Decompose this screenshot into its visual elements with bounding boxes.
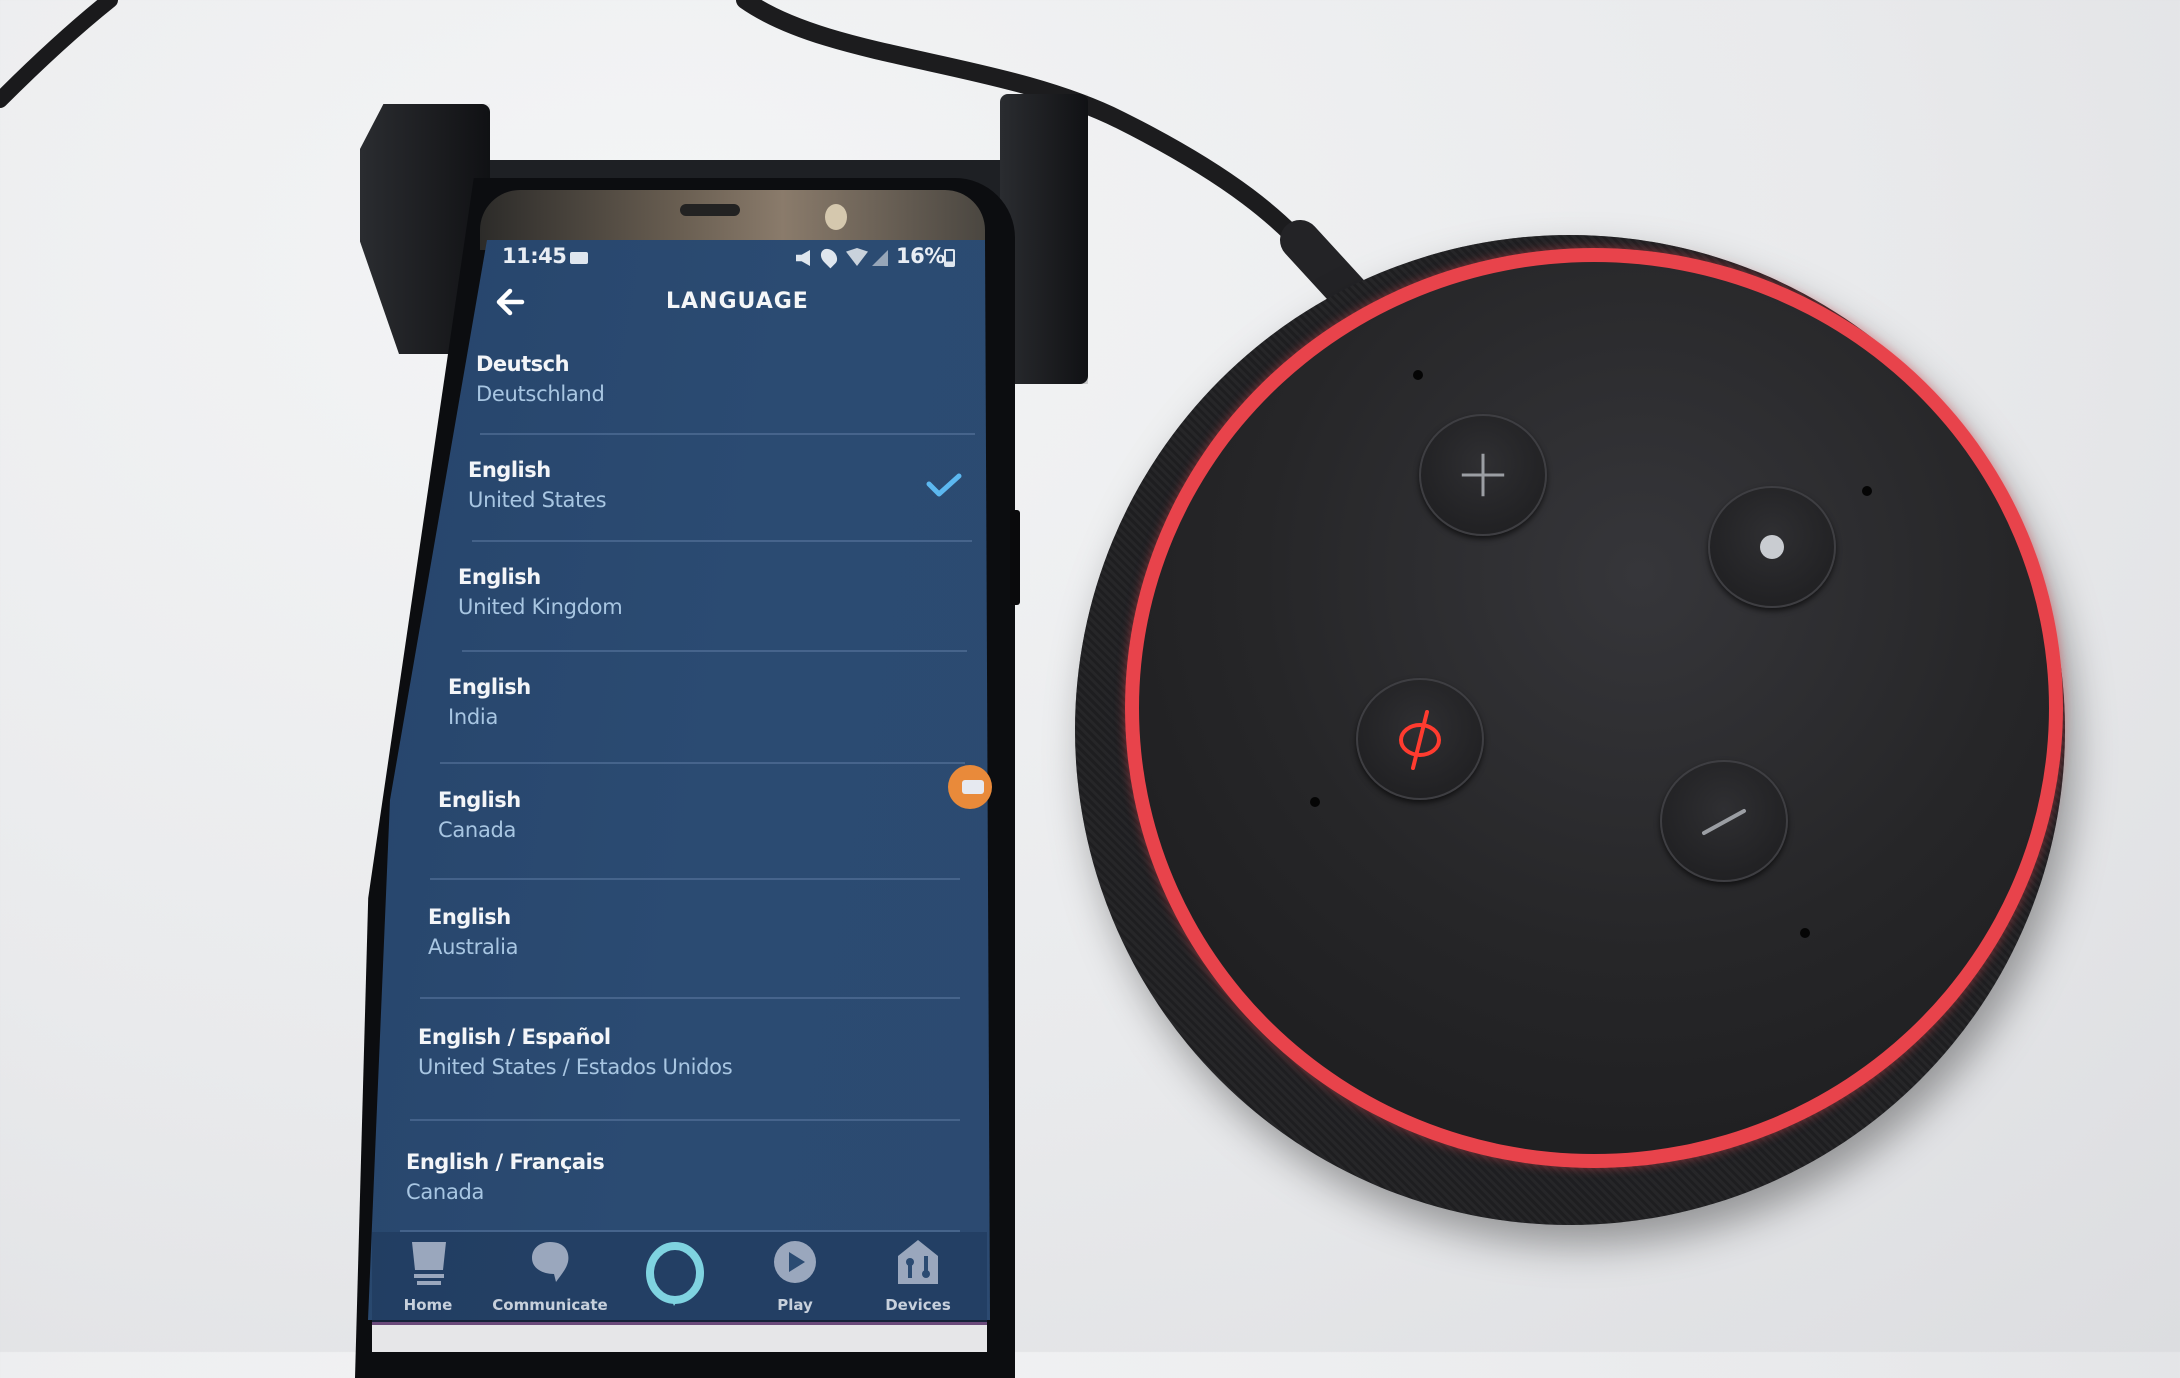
mic-hole xyxy=(1413,370,1423,380)
earpiece-speaker xyxy=(680,204,740,216)
divider xyxy=(440,762,965,764)
language-item-deutsch[interactable]: Deutsch Deutschland xyxy=(476,352,1036,452)
mic-hole xyxy=(1310,797,1320,807)
language-name: English xyxy=(458,565,541,589)
language-name: English xyxy=(448,675,531,699)
language-item-english-espanol[interactable]: English / Español United States / Estado… xyxy=(418,1025,1018,1125)
chat-bubble-icon xyxy=(532,1242,569,1282)
nav-alexa[interactable] xyxy=(640,1240,710,1310)
plus-icon xyxy=(1461,453,1505,497)
system-nav-area xyxy=(372,1325,987,1352)
nav-label-play: Play xyxy=(777,1296,813,1314)
nav-devices[interactable]: Devices xyxy=(858,1238,978,1320)
language-region: United Kingdom xyxy=(458,595,623,619)
language-name: English xyxy=(428,905,511,929)
status-time: 11:45 xyxy=(502,244,567,268)
home-icon xyxy=(412,1242,446,1285)
language-region: Canada xyxy=(438,818,517,842)
alexa-icon xyxy=(646,1242,704,1306)
language-name: English / Español xyxy=(418,1025,611,1049)
nav-home[interactable]: Home xyxy=(368,1238,488,1320)
divider xyxy=(420,997,960,999)
nav-play[interactable]: Play xyxy=(735,1238,855,1320)
divider xyxy=(472,540,972,542)
nav-communicate[interactable]: Communicate xyxy=(490,1238,610,1320)
language-name: Deutsch xyxy=(476,352,570,376)
language-item-english-australia[interactable]: English Australia xyxy=(428,905,988,1005)
action-button[interactable] xyxy=(1708,486,1836,608)
divider xyxy=(430,878,960,880)
nav-label-devices: Devices xyxy=(885,1296,951,1314)
back-button[interactable] xyxy=(492,286,528,318)
nav-label-communicate: Communicate xyxy=(492,1296,608,1314)
front-camera xyxy=(825,204,847,230)
mic-hole xyxy=(1800,928,1810,938)
dot-icon xyxy=(1760,535,1784,559)
language-region: United States / Estados Unidos xyxy=(418,1055,733,1079)
video-icon xyxy=(962,780,984,794)
language-region: Australia xyxy=(428,935,519,959)
arrow-left-icon xyxy=(496,288,525,316)
mic-hole xyxy=(1862,486,1872,496)
minus-icon xyxy=(1702,809,1746,835)
divider xyxy=(480,433,975,435)
divider xyxy=(462,650,967,652)
language-item-english-canada[interactable]: English Canada xyxy=(438,788,998,888)
language-region: India xyxy=(448,705,499,729)
language-item-english-india[interactable]: English India xyxy=(448,675,1008,775)
phone-top-bezel xyxy=(480,190,985,250)
language-region: Deutschland xyxy=(476,382,605,406)
divider xyxy=(410,1119,960,1121)
language-name: English xyxy=(438,788,521,812)
nav-label-home: Home xyxy=(403,1296,453,1314)
devices-icon xyxy=(898,1240,938,1284)
battery-percent: 16% xyxy=(896,244,945,268)
play-icon xyxy=(774,1241,816,1283)
language-name: English / Français xyxy=(406,1150,605,1174)
floating-video-bubble[interactable] xyxy=(948,765,992,809)
volume-up-button[interactable] xyxy=(1419,414,1547,536)
microphone-off-button[interactable] xyxy=(1356,678,1484,800)
mic-off-icon xyxy=(1399,710,1441,770)
message-icon xyxy=(570,252,588,264)
page-title: LANGUAGE xyxy=(666,289,809,314)
language-region: Canada xyxy=(406,1180,485,1204)
echo-dot-light-ring xyxy=(1125,248,2063,1168)
volume-down-button[interactable] xyxy=(1660,760,1788,882)
cable-left xyxy=(0,0,118,108)
selected-check-icon xyxy=(926,473,962,497)
battery-icon xyxy=(944,249,955,267)
